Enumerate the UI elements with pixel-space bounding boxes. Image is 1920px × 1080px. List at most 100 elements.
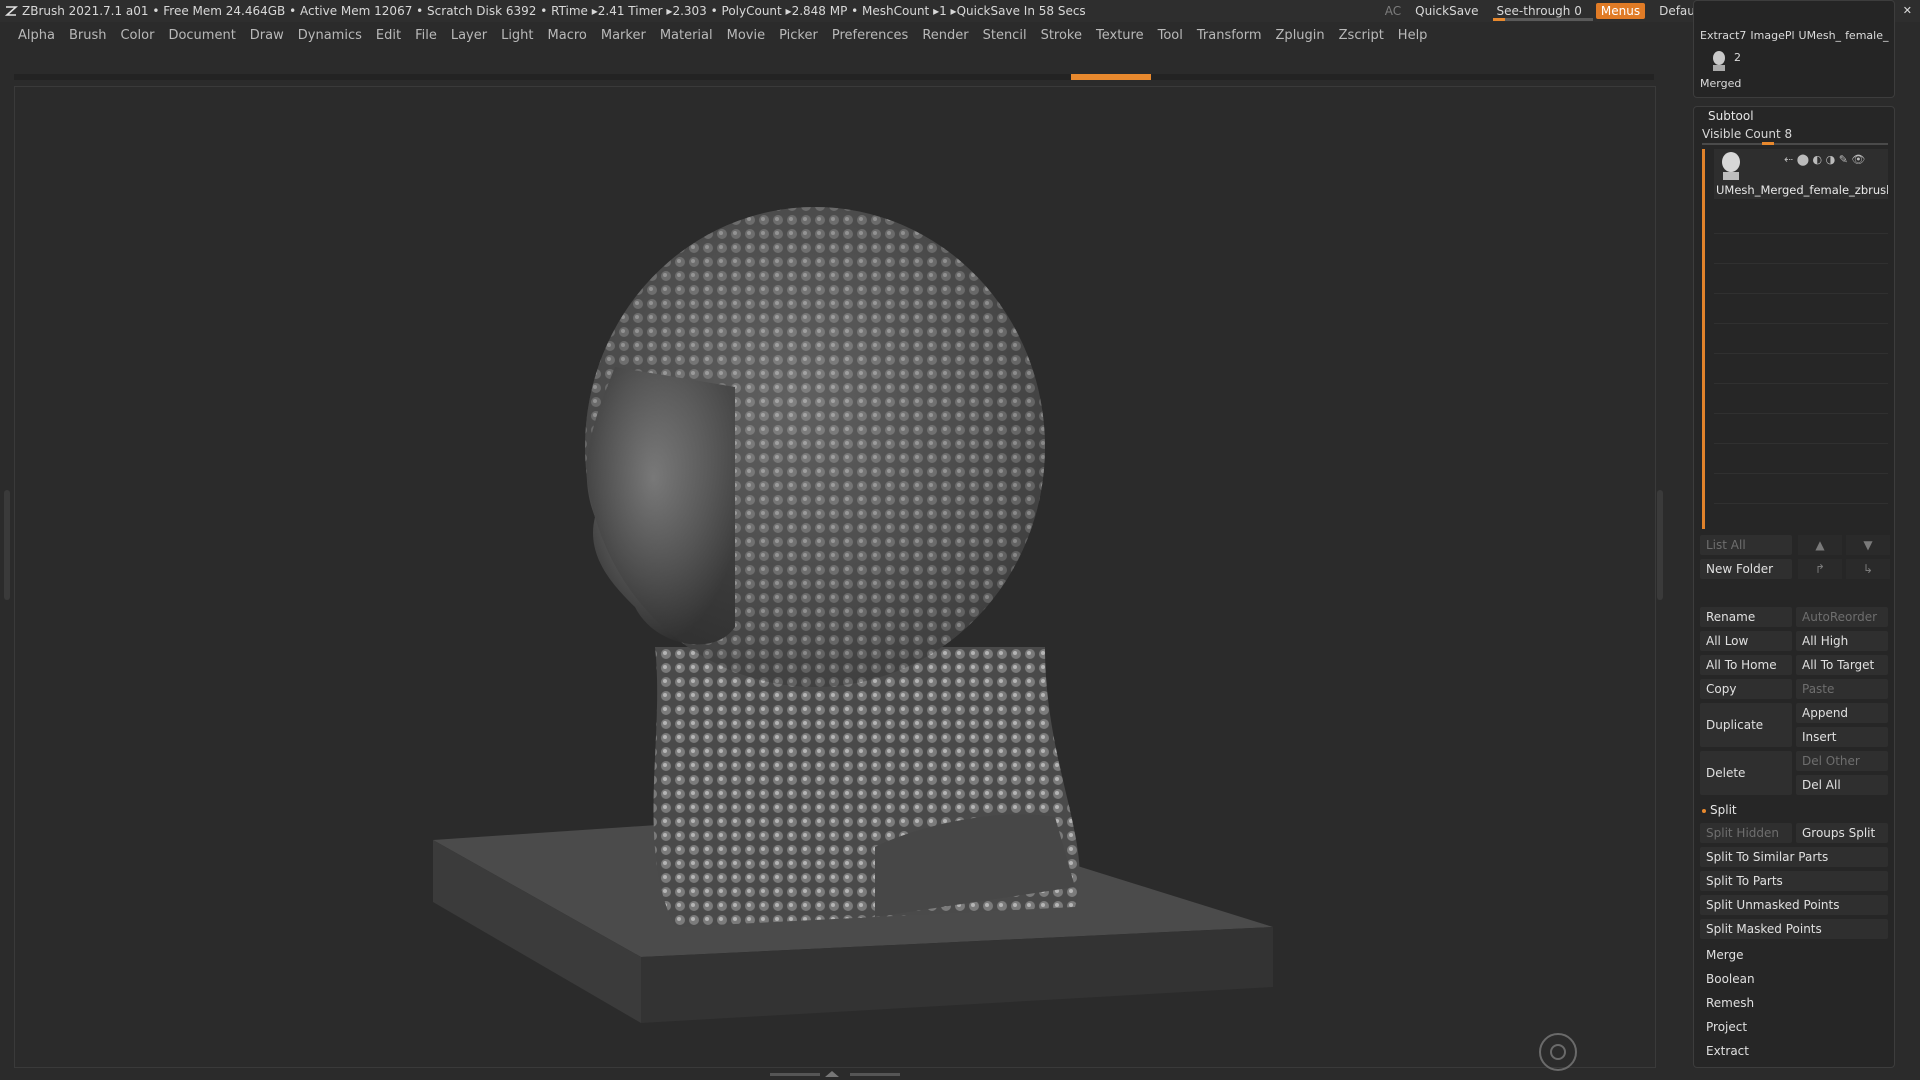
tool-thumb-extract7[interactable]: Extract7	[1700, 29, 1746, 42]
menu-material[interactable]: Material	[654, 26, 721, 46]
subtool-empty-slot[interactable]	[1714, 449, 1888, 474]
del-all-button[interactable]: Del All	[1796, 775, 1888, 795]
menu-draw[interactable]: Draw	[244, 26, 292, 46]
paste-button[interactable]: Paste	[1796, 679, 1888, 699]
ac-button[interactable]: AC	[1385, 4, 1401, 18]
subtool-item[interactable]: ⇠ ⬤ ◐ ◑ ✎ 👁 UMesh_Merged_female_zbrush	[1714, 149, 1888, 199]
menus-button[interactable]: Menus	[1595, 3, 1646, 19]
groups-split-button[interactable]: Groups Split	[1796, 823, 1888, 843]
zbrush-logo-icon	[4, 6, 18, 16]
split-section-header[interactable]: Split	[1702, 803, 1737, 817]
subtool-empty-slot[interactable]	[1714, 209, 1888, 234]
menu-file[interactable]: File	[409, 26, 445, 46]
menu-zscript[interactable]: Zscript	[1333, 26, 1392, 46]
rename-button[interactable]: Rename	[1700, 607, 1792, 627]
viewport-canvas[interactable]	[14, 86, 1656, 1071]
subtool-list[interactable]: ⇠ ⬤ ◐ ◑ ✎ 👁 UMesh_Merged_female_zbrush	[1702, 149, 1888, 529]
subtool-empty-slot[interactable]	[1714, 269, 1888, 294]
menu-color[interactable]: Color	[114, 26, 162, 46]
navigation-gizmo-icon[interactable]	[1539, 1033, 1577, 1071]
menu-stroke[interactable]: Stroke	[1035, 26, 1090, 46]
subtool-empty-slot[interactable]	[1714, 419, 1888, 444]
subtool-empty-slot[interactable]	[1714, 329, 1888, 354]
all-to-home-button[interactable]: All To Home	[1700, 655, 1792, 675]
remesh-section-header[interactable]: Remesh	[1700, 993, 1888, 1013]
extract-section-header[interactable]: Extract	[1700, 1041, 1888, 1061]
subtool-empty-slot[interactable]	[1714, 299, 1888, 324]
all-high-button[interactable]: All High	[1796, 631, 1888, 651]
subtool-title[interactable]: Subtool	[1708, 109, 1754, 123]
menu-stencil[interactable]: Stencil	[977, 26, 1035, 46]
all-to-target-button[interactable]: All To Target	[1796, 655, 1888, 675]
copy-button[interactable]: Copy	[1700, 679, 1792, 699]
menu-brush[interactable]: Brush	[63, 26, 115, 46]
right-tray-handle[interactable]	[1657, 490, 1663, 600]
folder-up-icon[interactable]: ↱	[1798, 559, 1842, 579]
split-hidden-button[interactable]: Split Hidden	[1700, 823, 1792, 843]
title-bar: ZBrush 2021.7.1 a01 • Free Mem 24.464GB …	[0, 0, 1920, 22]
delete-button[interactable]: Delete	[1700, 751, 1792, 795]
tool-thumb-female[interactable]: female_	[1845, 29, 1888, 42]
menu-macro[interactable]: Macro	[542, 26, 595, 46]
split-masked-points-button[interactable]: Split Masked Points	[1700, 919, 1888, 939]
menu-picker[interactable]: Picker	[773, 26, 826, 46]
subtool-visibility-icons[interactable]: ⇠ ⬤ ◐ ◑ ✎ 👁	[1784, 153, 1865, 166]
menu-dynamics[interactable]: Dynamics	[292, 26, 370, 46]
append-button[interactable]: Append	[1796, 703, 1888, 723]
list-all-button[interactable]: List All	[1700, 535, 1792, 555]
subtool-strip[interactable]	[14, 74, 1654, 80]
menu-movie[interactable]: Movie	[721, 26, 773, 46]
split-to-similar-parts-button[interactable]: Split To Similar Parts	[1700, 847, 1888, 867]
del-other-button[interactable]: Del Other	[1796, 751, 1888, 771]
insert-button[interactable]: Insert	[1796, 727, 1888, 747]
move-down-icon[interactable]: ▼	[1846, 535, 1890, 555]
project-section-header[interactable]: Project	[1700, 1017, 1888, 1037]
menu-preferences[interactable]: Preferences	[826, 26, 916, 46]
menu-zplugin[interactable]: Zplugin	[1270, 26, 1333, 46]
new-folder-button[interactable]: New Folder	[1700, 559, 1792, 579]
all-low-button[interactable]: All Low	[1700, 631, 1792, 651]
subtool-empty-slot[interactable]	[1714, 479, 1888, 504]
subtool-strip-active	[1071, 74, 1151, 80]
main-menu-bar: Alpha Brush Color Document Draw Dynamics…	[0, 26, 1435, 46]
split-unmasked-points-button[interactable]: Split Unmasked Points	[1700, 895, 1888, 915]
autoreorder-button[interactable]: AutoReorder	[1796, 607, 1888, 627]
menu-light[interactable]: Light	[495, 26, 541, 46]
merged-tool-thumbnail[interactable]	[1710, 51, 1728, 73]
subtool-empty-slot[interactable]	[1714, 239, 1888, 264]
left-tray-handle[interactable]	[4, 490, 10, 600]
subtool-empty-slot[interactable]	[1714, 359, 1888, 384]
menu-layer[interactable]: Layer	[445, 26, 495, 46]
merged-tool-count: 2	[1734, 51, 1741, 64]
menu-edit[interactable]: Edit	[370, 26, 409, 46]
bottom-tray-handle[interactable]	[770, 1070, 900, 1078]
quicksave-button[interactable]: QuickSave	[1411, 4, 1482, 18]
tool-thumb-imagepl[interactable]: ImagePl	[1750, 29, 1794, 42]
menu-transform[interactable]: Transform	[1191, 26, 1270, 46]
folder-down-icon[interactable]: ↳	[1846, 559, 1890, 579]
subtool-empty-slot[interactable]	[1714, 389, 1888, 414]
split-section-title: Split	[1710, 803, 1737, 817]
duplicate-button[interactable]: Duplicate	[1700, 703, 1792, 747]
visible-count-bar[interactable]	[1702, 142, 1888, 145]
see-through-value: 0	[1574, 4, 1582, 18]
menu-document[interactable]: Document	[162, 26, 243, 46]
move-up-icon[interactable]: ▲	[1798, 535, 1842, 555]
split-to-parts-button[interactable]: Split To Parts	[1700, 871, 1888, 891]
menu-tool[interactable]: Tool	[1152, 26, 1191, 46]
menu-help[interactable]: Help	[1392, 26, 1436, 46]
visible-count-slider[interactable]: Visible Count 8	[1702, 127, 1792, 141]
subtool-scrollbar[interactable]	[1702, 149, 1705, 529]
subtool-panel: Subtool Visible Count 8 ⇠ ⬤ ◐ ◑ ✎ 👁 UMes…	[1693, 106, 1895, 1068]
menu-alpha[interactable]: Alpha	[12, 26, 63, 46]
menu-render[interactable]: Render	[916, 26, 976, 46]
merged-tool-label[interactable]: Merged	[1700, 77, 1741, 90]
tool-thumb-umesh[interactable]: UMesh_	[1799, 29, 1842, 42]
merge-section-header[interactable]: Merge	[1700, 945, 1888, 965]
split-expanded-icon	[1702, 808, 1706, 813]
boolean-section-header[interactable]: Boolean	[1700, 969, 1888, 989]
menu-marker[interactable]: Marker	[595, 26, 654, 46]
menu-texture[interactable]: Texture	[1090, 26, 1152, 46]
right-panel: Extract7 ImagePl UMesh_ female_ 2 Merged…	[1693, 0, 1915, 1080]
see-through-slider[interactable]: See-through 0	[1492, 4, 1593, 21]
